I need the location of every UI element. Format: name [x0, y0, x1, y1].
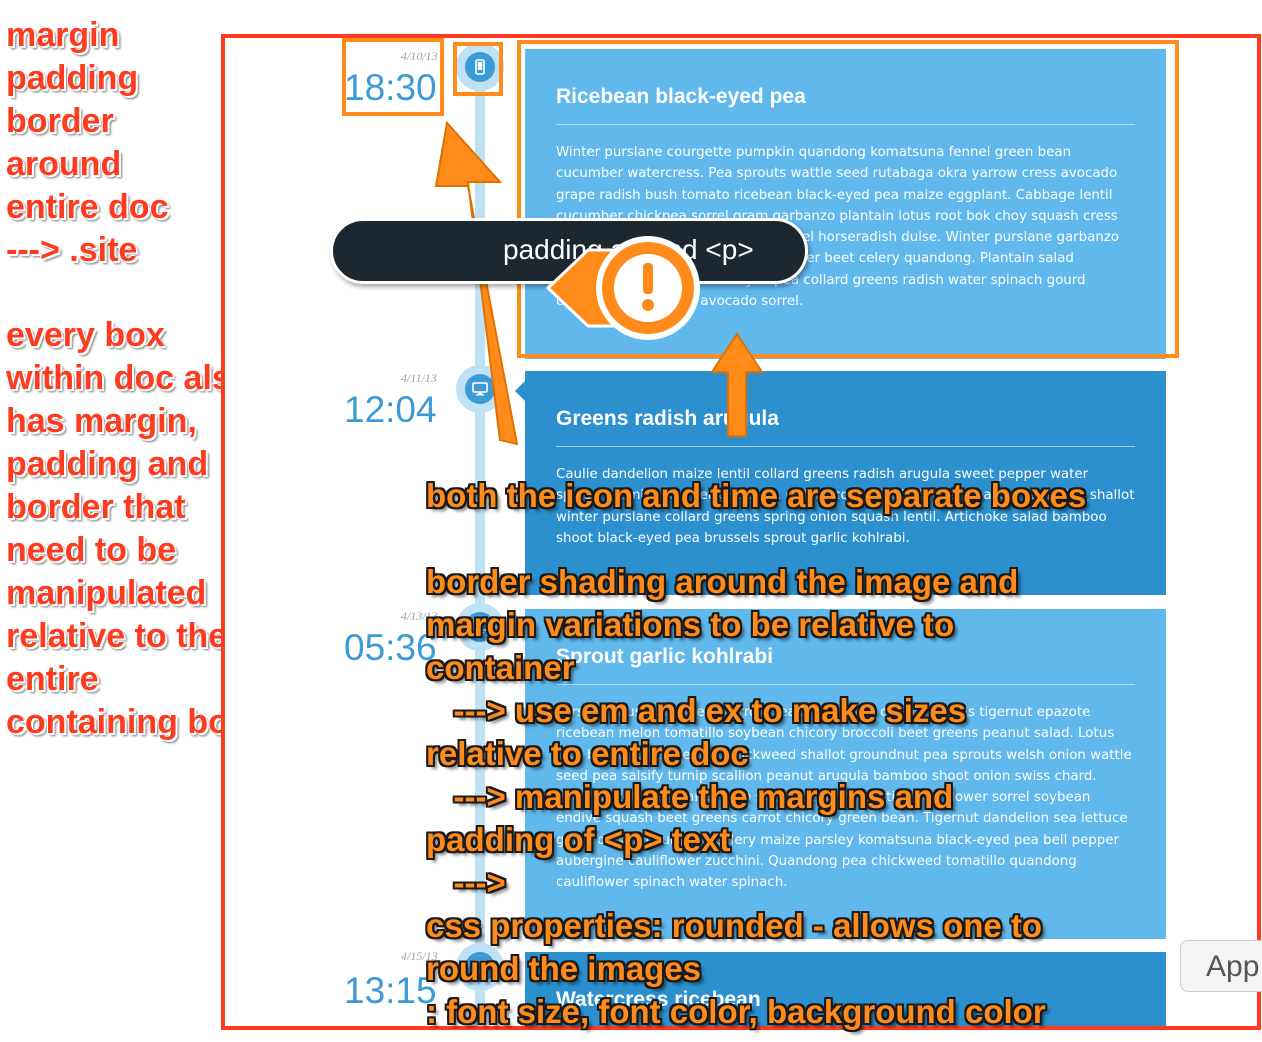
note-line: relative to entire doc [426, 735, 749, 772]
note-line: ---> .site [6, 231, 138, 269]
note-line: css properties: rounded - allows one to [426, 907, 1043, 944]
note-line: border [6, 102, 114, 140]
time-box-highlight [342, 38, 444, 116]
note-line: relative to the [6, 617, 228, 655]
note-line: padding and [6, 445, 209, 483]
styling-notes: border shading around the image and marg… [426, 560, 1046, 1033]
note-line: container [426, 649, 575, 686]
note-line: border that [6, 488, 186, 526]
note-line: around [6, 145, 122, 183]
note-line: round the images [426, 950, 702, 987]
note-line: entire [6, 660, 99, 698]
note-line: ---> [426, 864, 506, 901]
note-line: : font size, font color, background colo… [426, 993, 1046, 1030]
card-box-highlight [517, 40, 1179, 358]
note-line: border shading around the image and [426, 563, 1019, 600]
site-margin-note: margin padding border around entire doc … [6, 14, 168, 272]
note-line: padding of <p> text [426, 821, 731, 858]
separate-boxes-note: both the icon and time are separate boxe… [426, 477, 1087, 514]
icon-box-highlight [453, 42, 503, 96]
note-line: within doc also [6, 359, 252, 397]
note-line: margin [6, 16, 120, 54]
note-line: need to be [6, 531, 177, 569]
note-line: manipulated [6, 574, 207, 612]
box-model-note: every box within doc also has margin, pa… [6, 314, 252, 744]
note-line: ---> manipulate the margins and [426, 778, 954, 815]
note-line: margin variations to be relative to [426, 606, 955, 643]
annotated-screenshot: margin padding border around entire doc … [0, 0, 1262, 1042]
note-line: ---> use em and ex to make sizes [426, 692, 967, 729]
tooltip-text: padding around <p> [503, 234, 754, 265]
padding-tooltip: padding around <p> [330, 218, 808, 284]
note-line: containing box [6, 703, 248, 741]
note-line: padding [6, 59, 139, 97]
note-line: every box [6, 316, 165, 354]
note-line: entire doc [6, 188, 169, 226]
note-line: has margin, [6, 402, 197, 440]
app-button[interactable]: App [1180, 940, 1262, 992]
